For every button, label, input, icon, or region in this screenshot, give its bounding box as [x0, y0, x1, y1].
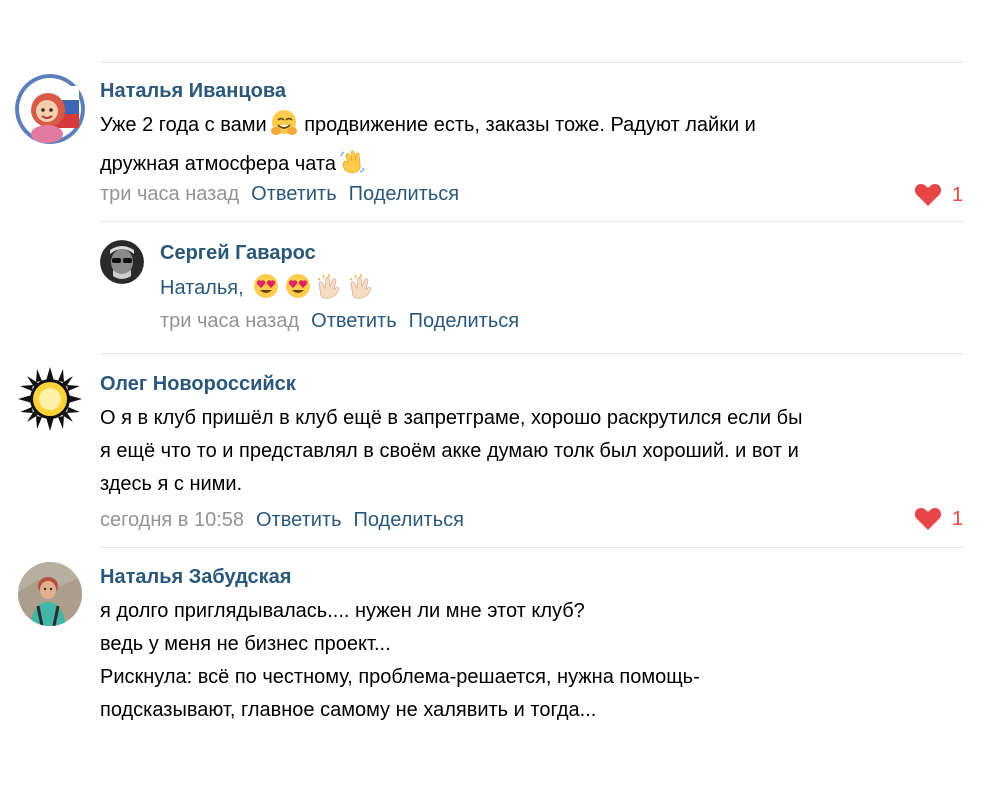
- comment-meta: сегодня в 10:58 Ответить Поделиться: [100, 509, 464, 532]
- comment-text-line: О я в клуб пришёл в клуб ещё в запретгра…: [100, 407, 803, 429]
- comment-text-line: дружная атмосфера чата: [100, 153, 336, 175]
- reply-link[interactable]: Ответить: [311, 310, 397, 332]
- avatar[interactable]: [18, 562, 82, 626]
- share-link[interactable]: Поделиться: [409, 310, 519, 332]
- divider: [100, 353, 964, 354]
- comment-text-line: продвижение есть, заказы тоже. Радуют ла…: [298, 114, 756, 136]
- comment-author[interactable]: Наталья Забудская: [100, 566, 291, 589]
- clapping-hands-emoji-icon: [315, 272, 345, 311]
- comment-meta: три часа назад Ответить Поделиться: [100, 183, 459, 206]
- comment-text: Уже 2 года с вами продвижение есть, зака…: [100, 109, 756, 187]
- comment-author[interactable]: Наталья Иванцова: [100, 80, 286, 103]
- waving-hand-emoji-icon: [338, 148, 366, 187]
- like-count: 1: [952, 183, 964, 206]
- comment-time[interactable]: три часа назад: [100, 183, 239, 205]
- comment-author[interactable]: Сергей Гаварос: [160, 242, 316, 265]
- heart-eyes-emoji-icon: [283, 272, 313, 311]
- comment-text-line: Уже 2 года с вами: [100, 114, 267, 136]
- comment-text: О я в клуб пришёл в клуб ещё в запретгра…: [100, 402, 802, 501]
- heart-icon: [914, 507, 942, 531]
- comment-meta: три часа назад Ответить Поделиться: [160, 310, 519, 333]
- reply-link[interactable]: Ответить: [251, 183, 337, 205]
- comment-text-line: подсказывают, главное самому не халявить…: [100, 699, 597, 721]
- share-link[interactable]: Поделиться: [354, 509, 464, 531]
- divider: [100, 547, 964, 548]
- avatar[interactable]: [18, 367, 82, 431]
- comment-text: я долго приглядывалась.... нужен ли мне …: [100, 595, 700, 727]
- like-button[interactable]: 1: [914, 507, 963, 531]
- divider: [100, 62, 964, 63]
- comment-time[interactable]: три часа назад: [160, 310, 299, 332]
- comment-text: Наталья,: [160, 272, 377, 311]
- reply-to-name[interactable]: Наталья,: [160, 277, 244, 299]
- comment-text-line: я ещё что то и представлял в своём акке …: [100, 440, 799, 462]
- like-button[interactable]: 1: [914, 183, 963, 207]
- share-link[interactable]: Поделиться: [349, 183, 459, 205]
- comment-text-line: я долго приглядывалась.... нужен ли мне …: [100, 600, 585, 622]
- comment-text-line: Рискнула: всё по честному, проблема-реша…: [100, 666, 700, 688]
- heart-icon: [914, 183, 942, 207]
- reply-link[interactable]: Ответить: [256, 509, 342, 531]
- avatar[interactable]: [100, 240, 144, 284]
- comment-text-line: ведь у меня не бизнес проект...: [100, 633, 391, 655]
- comment-time[interactable]: сегодня в 10:58: [100, 509, 244, 531]
- comment-text-line: здесь я с ними.: [100, 473, 243, 495]
- divider: [100, 221, 964, 222]
- like-count: 1: [952, 507, 964, 530]
- smiling-hands-emoji-icon: [269, 109, 299, 148]
- avatar[interactable]: [15, 74, 85, 144]
- comment-author[interactable]: Олег Новороссийск: [100, 373, 296, 396]
- clapping-hands-emoji-icon: [347, 272, 377, 311]
- heart-eyes-emoji-icon: [251, 272, 281, 311]
